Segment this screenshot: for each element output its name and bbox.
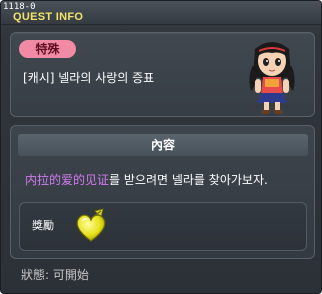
title-bar[interactable]: 1118-0 QUEST INFO bbox=[1, 1, 321, 25]
quest-description-rest: 를 받으려면 넬라를 찾아가보자. bbox=[109, 173, 268, 187]
content-header: 內容 bbox=[18, 134, 308, 156]
reward-box: 獎勵 bbox=[19, 202, 307, 251]
quest-info-window: 1118-0 QUEST INFO 特殊 [캐시] 넬라의 사랑의 증표 內容 … bbox=[0, 0, 322, 294]
quest-description: 内拉的爱的见证를 받으려면 넬라를 찾아가보자. bbox=[25, 172, 268, 188]
window-title: QUEST INFO bbox=[13, 11, 84, 23]
quest-name: [캐시] 넬라의 사랑의 증표 bbox=[23, 71, 155, 85]
reward-label: 獎勵 bbox=[32, 219, 54, 232]
heart-token-icon[interactable] bbox=[73, 207, 109, 245]
quest-summary-panel: 特殊 [캐시] 넬라의 사랑의 증표 bbox=[10, 32, 315, 117]
quest-item-link[interactable]: 内拉的爱的见证 bbox=[25, 173, 109, 187]
quest-status: 狀態: 可開始 bbox=[21, 268, 89, 282]
quest-type-badge: 特殊 bbox=[19, 40, 76, 58]
npc-character-icon bbox=[249, 42, 295, 114]
quest-content-panel: 內容 内拉的爱的见证를 받으려면 넬라를 찾아가보자. 獎勵 bbox=[10, 125, 315, 259]
